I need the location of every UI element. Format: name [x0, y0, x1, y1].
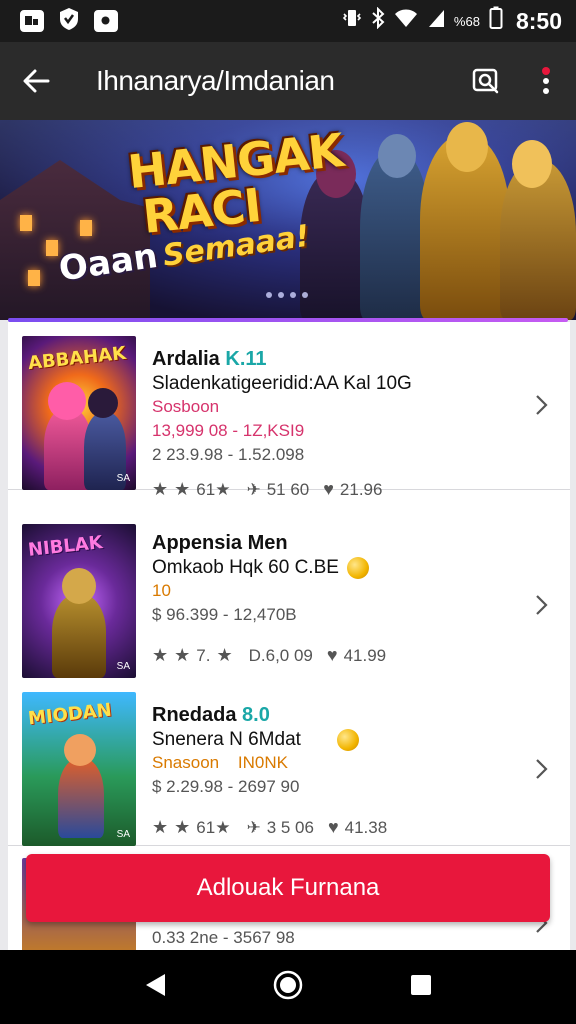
rating-row: ★ ★ 61★ ✈ 51 60 ♥ 21.96	[152, 479, 383, 499]
back-button[interactable]	[0, 42, 72, 120]
coin-icon	[336, 729, 359, 751]
season-tag: Sosboon	[152, 397, 220, 416]
page-title: Ihnanarya/Imdanian	[96, 65, 335, 96]
bluetooth-icon	[371, 6, 385, 35]
game-title: Ardalia	[152, 348, 220, 370]
notification-icons	[20, 7, 118, 36]
price-range: 0.33 2ne - 3567 98	[152, 928, 295, 947]
game-cover: MIODAN SA	[22, 692, 136, 846]
more-vert-icon	[542, 67, 550, 94]
star-icon: ★	[152, 479, 169, 499]
square-recents-icon	[411, 974, 432, 995]
triangle-back-icon	[145, 973, 165, 996]
status-bar: %68 8:50	[0, 0, 576, 42]
nav-home-button[interactable]	[272, 969, 304, 1006]
pager-dot[interactable]	[290, 292, 296, 298]
download-button[interactable]: Adlouak Furnana	[26, 854, 550, 922]
coin-icon	[346, 557, 369, 579]
season-tag: Snasoon IN0NK	[152, 753, 288, 773]
pager-dot[interactable]	[266, 292, 272, 298]
price-meta: 2 23.9.98 - 1.52.098	[152, 445, 305, 464]
pager-dot[interactable]	[278, 292, 284, 298]
star-icon: ★	[174, 479, 191, 499]
heart-icon: ♥	[323, 479, 334, 499]
price-range: $ 96.399 - 12,470B	[152, 605, 297, 625]
star-icon: ★	[152, 645, 169, 666]
more-options-button[interactable]	[516, 42, 576, 120]
app-screen: %68 8:50 Ihnanarya/Imdanian HANGAK RACI …	[0, 0, 576, 1024]
game-cover: ABBAHAK SA	[22, 336, 136, 490]
chevron-right-icon	[536, 395, 548, 415]
player-icon: ✈	[246, 817, 261, 837]
season-tag: 10	[152, 581, 171, 601]
banner-pager[interactable]	[266, 292, 308, 298]
player-icon: ✈	[246, 479, 261, 499]
circle-home-icon	[273, 970, 303, 999]
settings-notification-icon	[94, 10, 118, 32]
game-subtitle: Omkaob Hqk 60 C.BE	[152, 557, 339, 579]
heart-icon: ♥	[326, 645, 338, 666]
app-notification-icon	[20, 10, 44, 32]
app-bar: Ihnanarya/Imdanian	[0, 42, 576, 120]
system-nav-bar	[0, 950, 576, 1024]
game-cover: NIBLAK SA	[22, 524, 136, 678]
chevron-right-icon	[536, 595, 548, 615]
arrow-left-icon	[23, 69, 50, 93]
game-title: Rnedada	[152, 704, 237, 726]
list-item[interactable]: NIBLAK SA Appensia Men Omkaob Hqk 60 C.B…	[8, 512, 570, 680]
rating-row: ★ ★ 61★ ✈ 3 5 06 ♥ 41.38	[152, 817, 388, 838]
wifi-icon	[394, 8, 418, 34]
heart-icon: ♥	[327, 817, 339, 838]
star-icon: ★	[216, 645, 233, 666]
signal-icon	[427, 8, 445, 34]
clock: 8:50	[515, 7, 562, 34]
shield-icon	[58, 7, 80, 36]
pager-dot[interactable]	[302, 292, 308, 298]
list-item[interactable]: MIODAN SA Rnedada 8.0 Snenera N 6Mdat Sn…	[8, 678, 570, 846]
battery-percent: %68	[453, 13, 480, 29]
search-icon	[472, 68, 499, 94]
rating-row: ★ ★ 7. ★ D.6,0 09 ♥ 41.99	[152, 645, 387, 666]
game-subtitle: Sladenkatigeeridid:AA Kal 10G	[152, 373, 412, 394]
nav-recents-button[interactable]	[409, 973, 433, 1002]
star-icon: ★	[174, 645, 191, 666]
list-item[interactable]: ABBAHAK SA Ardalia K.11 Sladenkatigeerid…	[8, 322, 570, 499]
game-title: Appensia Men	[152, 532, 288, 554]
star-icon: ★	[152, 817, 169, 838]
nav-back-button[interactable]	[143, 972, 167, 1003]
vibrate-icon	[342, 7, 362, 35]
star-icon: ★	[174, 817, 191, 838]
promo-banner[interactable]: HANGAK RACI Oaan Semaaa!	[0, 120, 576, 320]
game-subtitle: Snenera N 6Mdat	[152, 729, 301, 751]
system-icons: %68 8:50	[342, 6, 562, 36]
price-range: 13,999 08 - 1Z,KSI9	[152, 421, 305, 440]
chevron-right-icon	[536, 759, 548, 779]
price-range: $ 2.29.98 - 2697 90	[152, 777, 300, 797]
search-button[interactable]	[456, 42, 516, 120]
battery-icon	[489, 6, 503, 36]
